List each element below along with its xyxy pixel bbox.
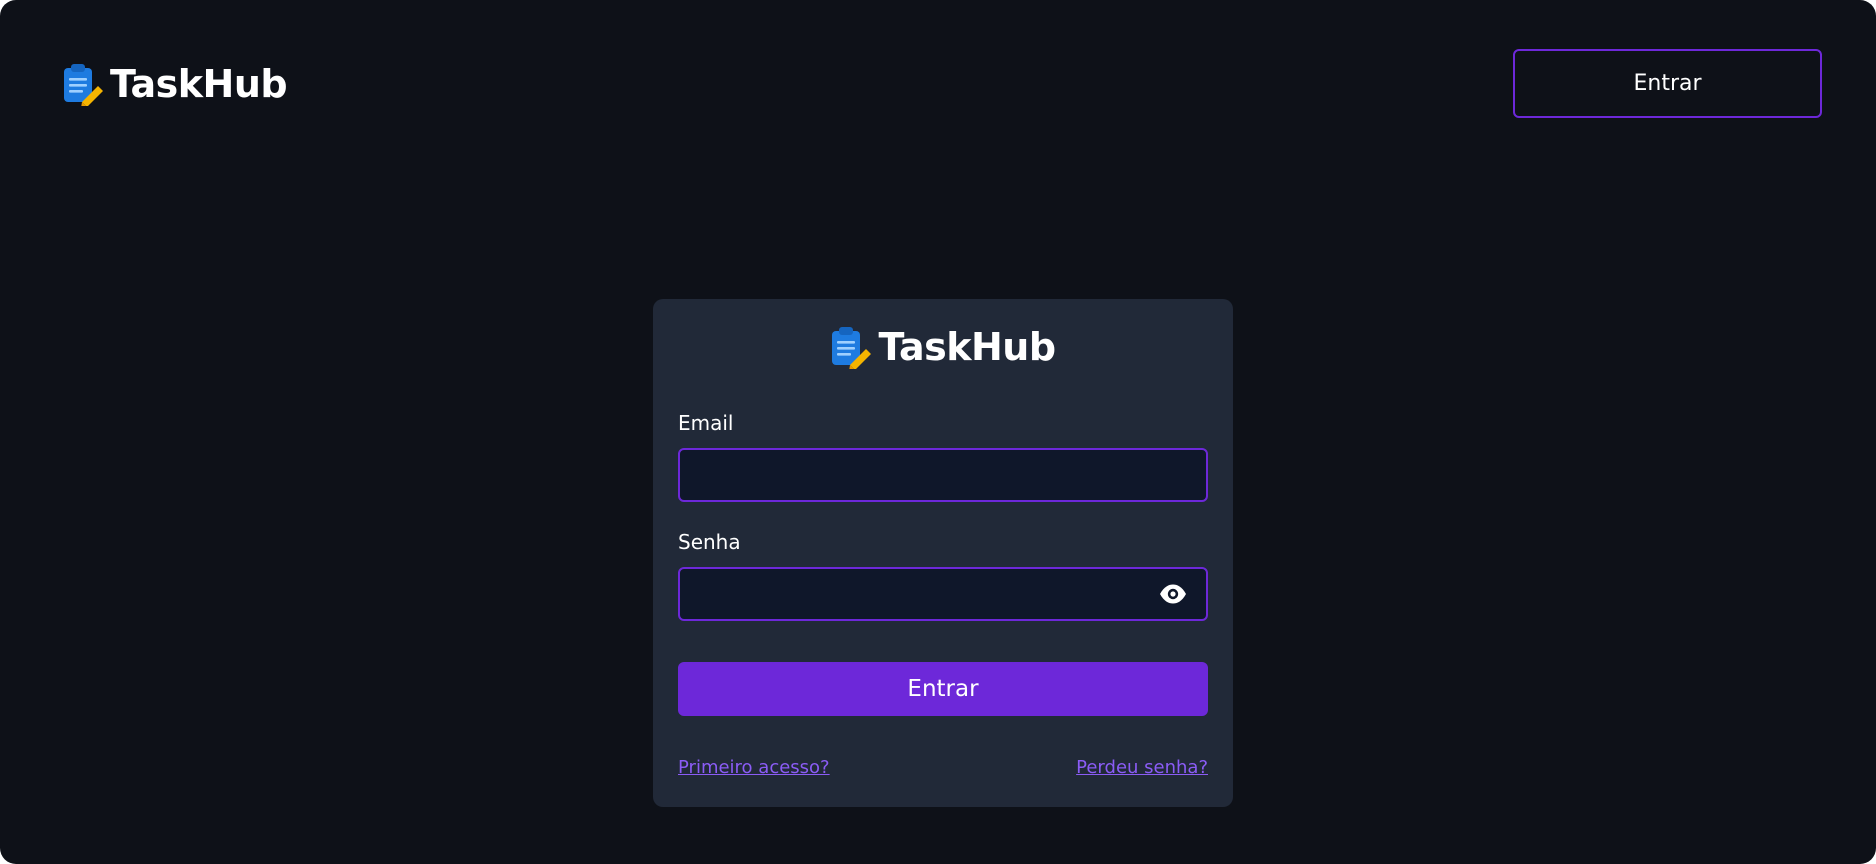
eye-icon[interactable] [1158, 580, 1188, 608]
header-login-button[interactable]: Entrar [1513, 49, 1822, 118]
password-field[interactable] [678, 567, 1208, 621]
email-label: Email [678, 411, 734, 435]
header-brand[interactable]: TaskHub [62, 62, 288, 106]
password-label: Senha [678, 530, 741, 554]
brand-name: TaskHub [110, 62, 288, 106]
card-brand-name: TaskHub [878, 325, 1056, 369]
clipboard-pencil-icon [64, 64, 103, 106]
app-window: TaskHub Entrar TaskHub Email Senha Entra… [0, 0, 1876, 864]
card-brand: TaskHub [653, 325, 1233, 369]
lost-password-link[interactable]: Perdeu senha? [1076, 757, 1208, 778]
first-access-link[interactable]: Primeiro acesso? [678, 757, 830, 778]
clipboard-pencil-icon [832, 327, 872, 369]
login-card: TaskHub Email Senha Entrar Primeiro aces… [653, 299, 1233, 807]
email-field[interactable] [678, 448, 1208, 502]
login-submit-button[interactable]: Entrar [678, 662, 1208, 716]
